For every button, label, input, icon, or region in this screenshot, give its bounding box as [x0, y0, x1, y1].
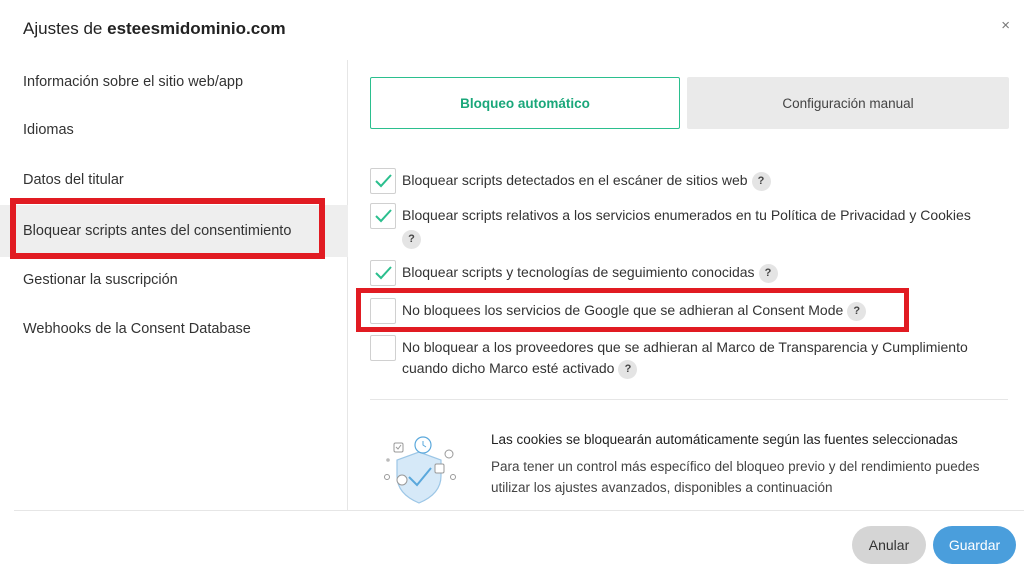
- modal-header: Ajustes de esteesmidominio.com ×: [0, 0, 1024, 60]
- close-icon[interactable]: ×: [1001, 17, 1010, 34]
- checkbox-checked[interactable]: [370, 260, 396, 286]
- help-icon[interactable]: ?: [847, 301, 867, 321]
- title-domain: esteesmidominio.com: [107, 19, 286, 38]
- sidebar-item-subscription[interactable]: Gestionar la suscripción: [0, 255, 348, 305]
- checkmark-icon: [375, 209, 392, 223]
- checkbox-checked[interactable]: [370, 203, 396, 229]
- sidebar-item-label: Información sobre el sitio web/app: [23, 74, 244, 90]
- tab-automatic-blocking[interactable]: Bloqueo automático: [370, 77, 680, 129]
- checkmark-icon: [375, 266, 392, 280]
- option-label: No bloquear a los proveedores que se adh…: [402, 339, 968, 376]
- tab-manual-configuration[interactable]: Configuración manual: [687, 77, 1009, 129]
- option-label: Bloquear scripts relativos a los servici…: [402, 207, 971, 223]
- option-block-policy-scripts: Bloquear scripts relativos a los servici…: [370, 203, 1010, 249]
- option-tcf-vendors: No bloquear a los proveedores que se adh…: [370, 335, 1010, 379]
- sidebar-item-label: Datos del titular: [23, 172, 124, 188]
- checkbox-unchecked[interactable]: [370, 335, 396, 361]
- footer-divider: [14, 510, 1024, 511]
- title-prefix: Ajustes de: [23, 19, 108, 38]
- help-icon[interactable]: ?: [402, 230, 421, 249]
- shield-illustration-icon: [384, 436, 456, 504]
- settings-sidebar: Información sobre el sitio web/app Idiom…: [0, 60, 348, 510]
- sidebar-item-label: Bloquear scripts antes del consentimient…: [23, 223, 292, 239]
- sidebar-item-block-scripts[interactable]: Bloquear scripts antes del consentimient…: [0, 205, 348, 257]
- info-title: Las cookies se bloquearán automáticament…: [491, 432, 958, 447]
- sidebar-item-site-info[interactable]: Información sobre el sitio web/app: [0, 60, 348, 104]
- sidebar-item-webhooks[interactable]: Webhooks de la Consent Database: [0, 304, 348, 354]
- divider: [370, 399, 1008, 400]
- sidebar-item-label: Idiomas: [23, 122, 74, 138]
- sidebar-item-languages[interactable]: Idiomas: [0, 105, 348, 155]
- option-label: Bloquear scripts detectados en el escáne…: [402, 172, 748, 188]
- modal-title: Ajustes de esteesmidominio.com: [23, 19, 286, 39]
- option-google-consent-mode: No bloquees los servicios de Google que …: [370, 298, 1010, 324]
- help-icon[interactable]: ?: [758, 263, 778, 283]
- option-label: Bloquear scripts y tecnologías de seguim…: [402, 264, 755, 280]
- sidebar-item-label: Gestionar la suscripción: [23, 272, 178, 288]
- help-icon[interactable]: ?: [618, 359, 638, 379]
- option-label: No bloquees los servicios de Google que …: [402, 302, 844, 318]
- option-block-tracking: Bloquear scripts y tecnologías de seguim…: [370, 260, 1010, 286]
- option-block-scanner-scripts: Bloquear scripts detectados en el escáne…: [370, 168, 1010, 194]
- checkbox-checked[interactable]: [370, 168, 396, 194]
- checkmark-icon: [375, 174, 392, 188]
- sidebar-item-owner-data[interactable]: Datos del titular: [0, 155, 348, 205]
- save-button[interactable]: Guardar: [933, 526, 1016, 564]
- info-description: Para tener un control más específico del…: [491, 459, 980, 495]
- checkbox-unchecked[interactable]: [370, 298, 396, 324]
- cancel-button[interactable]: Anular: [852, 526, 926, 564]
- sidebar-item-label: Webhooks de la Consent Database: [23, 321, 251, 337]
- main-panel: Bloqueo automático Configuración manual …: [349, 60, 1024, 510]
- help-icon[interactable]: ?: [751, 171, 771, 191]
